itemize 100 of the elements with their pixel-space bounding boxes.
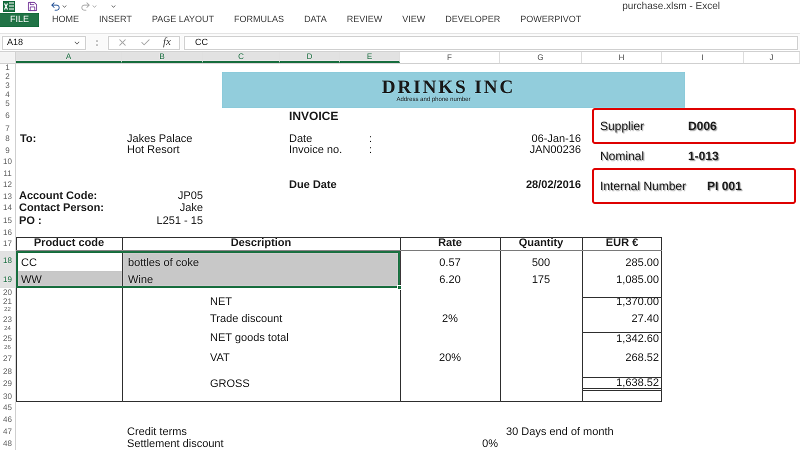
name-box[interactable]: A18 [2, 36, 86, 50]
row-header[interactable]: 18 [0, 251, 15, 271]
save-icon[interactable] [27, 1, 38, 12]
undo-icon[interactable] [50, 1, 61, 12]
row-header[interactable]: 13 [0, 191, 15, 202]
field-separator: : [369, 145, 372, 156]
row-header[interactable]: 6 [0, 108, 15, 124]
total-label: NET goods total [209, 332, 290, 345]
terms-value: 30 Days end of month [505, 426, 615, 438]
ribbon-tab[interactable]: DATA [295, 13, 336, 27]
row-header[interactable]: 11 [0, 168, 15, 179]
supplier-label: Supplier [600, 120, 646, 132]
terms-value: 0% [481, 438, 499, 450]
company-name: DRINKS INC [382, 78, 516, 96]
row-header[interactable]: 14 [0, 202, 15, 214]
row-header[interactable]: 4 [0, 90, 15, 99]
supplier-value: 1-013 [688, 150, 719, 162]
total-amount: 1,638.52 [582, 377, 662, 391]
ribbon-tab[interactable]: REVIEW [338, 13, 392, 27]
total-label: Trade discount [209, 313, 284, 326]
row-header[interactable]: 47 [0, 426, 15, 438]
field-label: Date [289, 134, 314, 144]
row-header[interactable]: 7 [0, 124, 15, 133]
invoice-heading: INVOICE [288, 110, 340, 122]
column-heading: Product code [16, 237, 122, 251]
total-amount: 1,370.00 [582, 297, 662, 307]
customer-label: Contact Person: [18, 202, 105, 214]
field-label: Invoice no. [289, 145, 344, 156]
insert-function-button[interactable]: fx [163, 34, 171, 51]
row-header[interactable]: 8 [0, 133, 15, 145]
ribbon-tab[interactable]: FORMULAS [225, 13, 294, 27]
row-header[interactable]: 20 [0, 288, 15, 297]
row-header[interactable]: 17 [0, 237, 15, 251]
column-header[interactable]: D [280, 52, 340, 63]
rate-value: 6.20 [438, 273, 462, 288]
supplier-value: D006 [688, 120, 717, 132]
row-header[interactable]: 45 [0, 402, 15, 414]
address-line: Hot Resort [126, 145, 181, 156]
ribbon-tab[interactable]: HOME [43, 13, 88, 27]
row-header[interactable]: 21 [0, 297, 15, 307]
window-title: purchase.xlsm - Excel [622, 2, 720, 12]
ribbon-tab[interactable]: DEVELOPER [436, 13, 510, 27]
total-amount: 268.52 [624, 351, 660, 366]
spreadsheet-logo-icon[interactable] [3, 1, 15, 12]
ribbon-tab[interactable]: INSERT [90, 13, 141, 27]
row-header[interactable]: 28 [0, 366, 15, 377]
supplier-label: Internal Number [600, 180, 688, 192]
ribbon-tab[interactable]: FILE [0, 13, 40, 27]
ribbon-tab[interactable]: VIEW [393, 13, 434, 27]
row-header[interactable]: 9 [0, 145, 15, 156]
ribbon-tab[interactable]: PAGE LAYOUT [142, 13, 224, 27]
row-header[interactable]: 29 [0, 377, 15, 391]
total-amount: 1,342.60 [582, 332, 662, 345]
supplier-value: PI 001 [707, 180, 742, 192]
row-header[interactable]: 19 [0, 271, 15, 288]
due-date-label: Due Date [288, 180, 338, 190]
row-header[interactable]: 25 [0, 332, 15, 345]
column-header[interactable]: B [122, 52, 203, 63]
rate-value: 2% [441, 313, 459, 326]
total-label: NET [209, 297, 233, 307]
quantity-value: 175 [530, 273, 552, 288]
row-header[interactable]: 12 [0, 179, 15, 191]
row-header[interactable]: 10 [0, 156, 15, 168]
row-header[interactable]: 2 [0, 72, 15, 81]
formula-input[interactable]: CC [184, 36, 798, 50]
row-header[interactable]: 23 [0, 313, 15, 326]
row-header[interactable]: 48 [0, 438, 15, 450]
column-heading: Rate [400, 237, 500, 251]
customer-value: L251 - 15 [156, 216, 203, 226]
column-header[interactable]: C [203, 52, 280, 63]
row-header[interactable]: 1 [0, 64, 15, 72]
row-header[interactable]: 27 [0, 351, 15, 366]
total-label: GROSS [209, 377, 251, 391]
fill-handle[interactable] [397, 285, 402, 290]
column-heading: EUR € [582, 237, 662, 251]
row-header[interactable]: 16 [0, 228, 15, 237]
customize-icon[interactable] [110, 3, 117, 10]
row-header[interactable]: 3 [0, 81, 15, 90]
customer-label: PO : [18, 216, 43, 226]
customer-value: Jake [178, 202, 203, 214]
terms-label: Settlement discount [126, 438, 225, 450]
quantity-value: 500 [530, 256, 552, 271]
customer-label: Account Code: [18, 191, 98, 202]
terms-label: Credit terms [126, 426, 188, 438]
row-header[interactable]: 30 [0, 391, 15, 402]
amount-value: 285.00 [624, 256, 660, 271]
row-header[interactable]: 5 [0, 99, 15, 108]
field-separator: : [369, 134, 372, 144]
row-header[interactable]: 46 [0, 414, 15, 426]
column-header[interactable]: A [16, 52, 122, 63]
column-heading: Description [122, 237, 400, 251]
address-line: Jakes Palace [126, 134, 194, 144]
column-header[interactable]: E [340, 52, 400, 63]
row-header[interactable]: 15 [0, 214, 15, 228]
due-date-value: 28/02/2016 [524, 180, 582, 190]
ribbon-tab[interactable]: POWERPIVOT [511, 13, 590, 27]
total-amount: 27.40 [630, 313, 660, 326]
caret-icon[interactable] [61, 3, 68, 10]
amount-value: 1,085.00 [615, 273, 660, 288]
column-heading: Quantity [500, 237, 582, 251]
